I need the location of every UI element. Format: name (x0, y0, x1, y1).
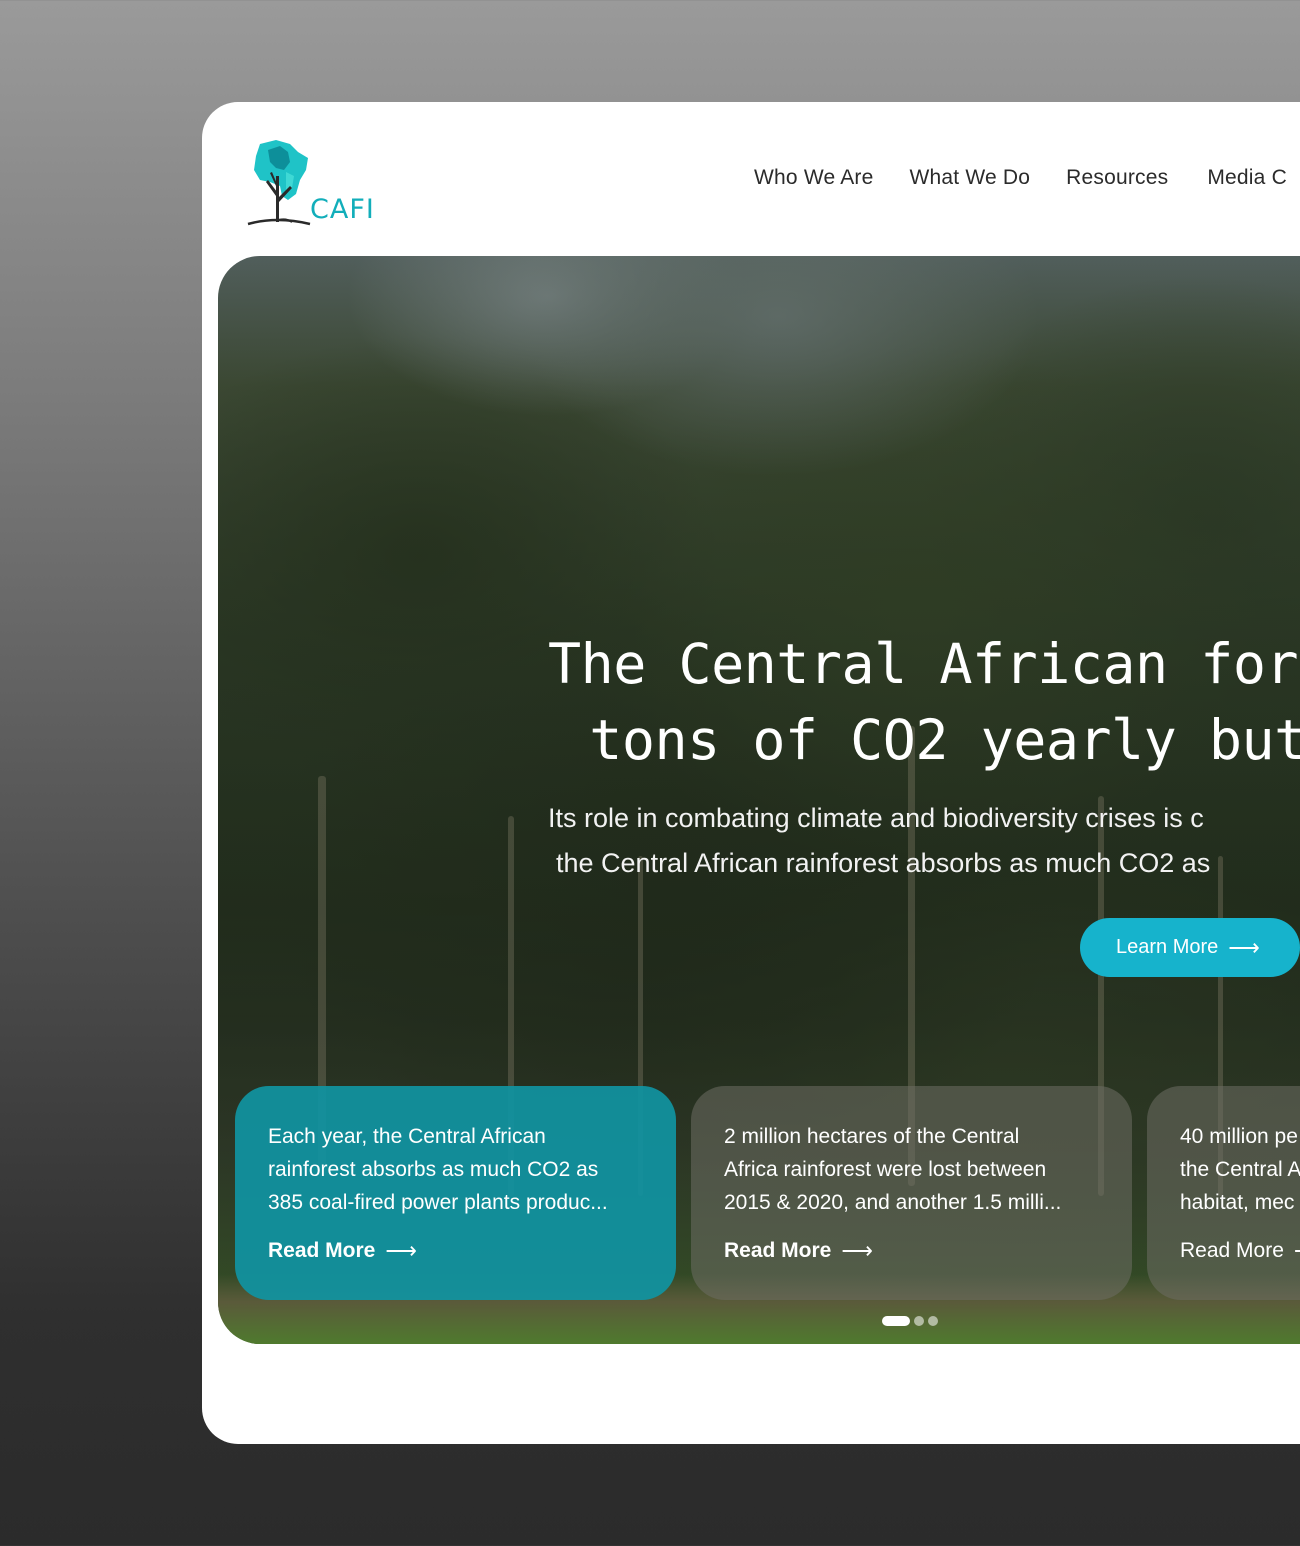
brand-name: CAFI (310, 194, 375, 225)
stat-card-line: 2015 & 2020, and another 1.5 milli... (724, 1191, 1062, 1214)
hero-banner: The Central African forest tons of CO2 y… (218, 256, 1300, 1344)
nav-who-we-are[interactable]: Who We Are (754, 166, 874, 190)
stat-card-line: habitat, mec (1180, 1191, 1295, 1214)
nav-resources[interactable]: Resources (1066, 166, 1168, 190)
hero-title-line-2: tons of CO2 yearly but (589, 708, 1300, 772)
arrow-right-icon: ⟶ (1228, 934, 1260, 960)
africa-tree-logo-icon (247, 140, 311, 226)
main-nav: Who We Are What We Do Resources Media C (754, 166, 1300, 190)
stat-card-text: Each year, the Central African rainfores… (268, 1120, 643, 1219)
nav-what-we-do[interactable]: What We Do (910, 166, 1031, 190)
stat-card[interactable]: 40 million pe the Central A habitat, mec… (1147, 1086, 1300, 1300)
stat-card-line: rainforest absorbs as much CO2 as (268, 1158, 599, 1181)
stat-card-line: Africa rainforest were lost between (724, 1158, 1047, 1181)
arrow-right-icon: ⟶ (841, 1238, 873, 1263)
stat-card-text: 2 million hectares of the Central Africa… (724, 1120, 1099, 1219)
carousel-dot[interactable] (928, 1316, 938, 1326)
carousel-dots (882, 1316, 938, 1326)
hero-subtitle-line-1: Its role in combating climate and biodiv… (548, 803, 1204, 833)
read-more-label: Read More (724, 1239, 832, 1262)
stat-card-line: the Central A (1180, 1158, 1300, 1181)
learn-more-button[interactable]: Learn More ⟶ (1080, 918, 1300, 977)
stat-card-line: 385 coal-fired power plants produc... (268, 1191, 608, 1214)
stat-card-text: 40 million pe the Central A habitat, mec (1180, 1120, 1300, 1219)
cafi-logo[interactable]: CAFI (246, 136, 396, 228)
stat-card-line: 40 million pe (1180, 1125, 1298, 1148)
carousel-dot[interactable] (914, 1316, 924, 1326)
hero-title-line-1: The Central African forest (548, 632, 1300, 696)
read-more-label: Read More (1180, 1239, 1284, 1262)
read-more-link[interactable]: Read More ⟶ (724, 1238, 873, 1264)
hero-subtitle: Its role in combating climate and biodiv… (548, 796, 1300, 886)
learn-more-label: Learn More (1116, 936, 1219, 958)
read-more-label: Read More (268, 1239, 376, 1262)
stat-card-line: Each year, the Central African (268, 1125, 546, 1148)
read-more-link[interactable]: Read More ⟶ (1180, 1238, 1300, 1264)
arrow-right-icon: ⟶ (1294, 1238, 1300, 1264)
read-more-link[interactable]: Read More ⟶ (268, 1238, 417, 1264)
nav-media-center[interactable]: Media C (1207, 166, 1287, 190)
stat-card[interactable]: Each year, the Central African rainfores… (235, 1086, 676, 1300)
browser-frame: CAFI Who We Are What We Do Resources Med… (202, 102, 1300, 1444)
stat-card[interactable]: 2 million hectares of the Central Africa… (691, 1086, 1132, 1300)
stat-card-line: 2 million hectares of the Central (724, 1125, 1020, 1148)
hero-subtitle-line-2: the Central African rainforest absorbs a… (556, 848, 1211, 878)
arrow-right-icon: ⟶ (385, 1238, 417, 1263)
hero-title: The Central African forest tons of CO2 y… (548, 626, 1300, 778)
carousel-dot-active[interactable] (882, 1316, 910, 1326)
